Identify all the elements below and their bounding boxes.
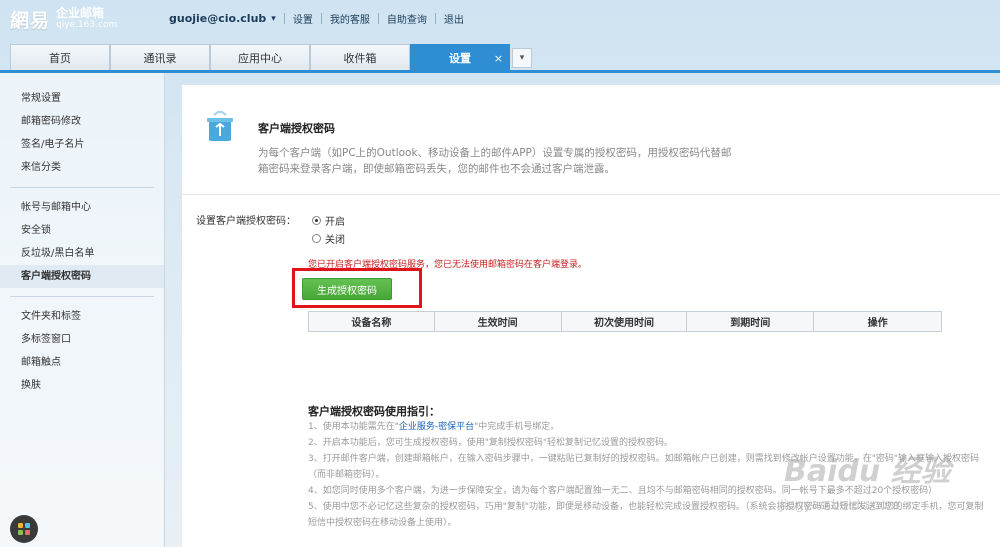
watermark-url: jingyan.baidu.com	[780, 498, 900, 513]
nav-logout-link[interactable]: 退出	[444, 11, 464, 26]
sidebar-item-filters[interactable]: 来信分类	[0, 156, 164, 179]
sidebar-item-password[interactable]: 邮箱密码修改	[0, 110, 164, 133]
logo-brand: 網易	[10, 10, 51, 32]
sidebar-item-security-lock[interactable]: 安全锁	[0, 219, 164, 242]
divider	[283, 13, 285, 24]
sidebar-item-signature[interactable]: 签名/电子名片	[0, 133, 164, 156]
nav-support-link[interactable]: 我的客服	[330, 11, 370, 26]
radio-disable-label: 关闭	[325, 235, 345, 246]
radio-disable[interactable]: 关闭	[312, 231, 345, 246]
guide-text: 1、使用本功能需先在"	[308, 422, 399, 432]
col-expire-time: 到期时间	[686, 311, 815, 332]
radio-on-indicator[interactable]	[312, 216, 321, 225]
top-header: 網易 企业邮箱 qiye.163.com guojie@cio.club ▾ 设…	[0, 0, 1000, 44]
logo-domain: qiye.163.com	[56, 20, 118, 30]
setting-label: 设置客户端授权密码：	[196, 216, 296, 227]
security-platform-link[interactable]: 企业服务-密保平台	[399, 422, 474, 432]
feature-header: 客户端授权密码 为每个客户端（如PC上的Outlook、移动设备上的邮件APP）…	[182, 85, 1000, 195]
radio-enable[interactable]: 开启	[312, 213, 345, 228]
guide-item: 1、使用本功能需先在"企业服务-密保平台"中完成手机号绑定。	[308, 419, 988, 435]
main-tabs: 首页 通讯录 应用中心 收件箱 设置 × ▾	[10, 44, 532, 71]
logo-name: 企业邮箱	[56, 6, 105, 20]
tab-settings[interactable]: 设置 ×	[410, 44, 510, 71]
divider	[377, 13, 379, 24]
radio-enable-label: 开启	[325, 217, 345, 228]
top-nav: guojie@cio.club ▾ 设置 我的客服 自助查询 退出	[169, 11, 464, 26]
tab-contacts[interactable]: 通讯录	[110, 44, 210, 71]
divider	[320, 13, 322, 24]
tab-settings-label: 设置	[449, 52, 471, 65]
nav-self-service-link[interactable]: 自助查询	[387, 11, 427, 26]
guide-title: 客户端授权密码使用指引：	[308, 405, 440, 418]
sidebar-item-mail-contact[interactable]: 邮箱触点	[0, 351, 164, 374]
page-description: 为每个客户端（如PC上的Outlook、移动设备上的邮件APP）设置专属的授权密…	[258, 147, 732, 175]
tab-app-center[interactable]: 应用中心	[210, 44, 310, 71]
col-actions: 操作	[813, 311, 942, 332]
sidebar-item-antispam[interactable]: 反垃圾/黑白名单	[0, 242, 164, 265]
page-title: 客户端授权密码	[258, 122, 335, 135]
sidebar-item-multi-tab[interactable]: 多标签窗口	[0, 328, 164, 351]
col-effective-time: 生效时间	[433, 311, 562, 332]
sidebar-item-general[interactable]: 常规设置	[0, 87, 164, 110]
watermark-text: Baidu 经验	[784, 454, 951, 489]
guide-text: "中完成手机号绑定。	[474, 422, 560, 432]
col-device-name: 设备名称	[308, 311, 435, 332]
recycle-bin-icon	[207, 111, 233, 141]
baidu-watermark: Baidu 经验 jingyan.baidu.com	[760, 436, 990, 536]
netease-logo[interactable]: 網易 企业邮箱 qiye.163.com	[10, 6, 117, 33]
sidebar-divider	[10, 296, 154, 297]
app-grid-icon[interactable]	[10, 515, 38, 543]
close-icon[interactable]: ×	[494, 52, 503, 65]
tabs-more-button[interactable]: ▾	[512, 48, 532, 68]
sidebar-divider	[10, 187, 154, 188]
radio-off-indicator[interactable]	[312, 234, 321, 243]
nav-settings-link[interactable]: 设置	[293, 11, 313, 26]
tab-home[interactable]: 首页	[10, 44, 110, 71]
col-first-use-time: 初次使用时间	[560, 311, 688, 332]
auth-password-table: 设备名称 生效时间 初次使用时间 到期时间 操作	[308, 311, 942, 332]
generate-password-button[interactable]: 生成授权密码	[302, 278, 392, 300]
settings-sidebar: 常规设置 邮箱密码修改 签名/电子名片 来信分类 帐号与邮箱中心 安全锁 反垃圾…	[0, 73, 165, 547]
user-account[interactable]: guojie@cio.club	[169, 12, 266, 25]
sidebar-item-folders[interactable]: 文件夹和标签	[0, 305, 164, 328]
sidebar-item-skin[interactable]: 换肤	[0, 374, 164, 397]
tab-inbox[interactable]: 收件箱	[310, 44, 410, 71]
sidebar-item-client-auth[interactable]: 客户端授权密码	[0, 265, 164, 288]
sidebar-item-account-center[interactable]: 帐号与邮箱中心	[0, 196, 164, 219]
grid-icon	[18, 523, 30, 535]
table-header-row: 设备名称 生效时间 初次使用时间 到期时间 操作	[308, 311, 942, 332]
divider	[434, 13, 436, 24]
chevron-down-icon[interactable]: ▾	[271, 14, 276, 24]
